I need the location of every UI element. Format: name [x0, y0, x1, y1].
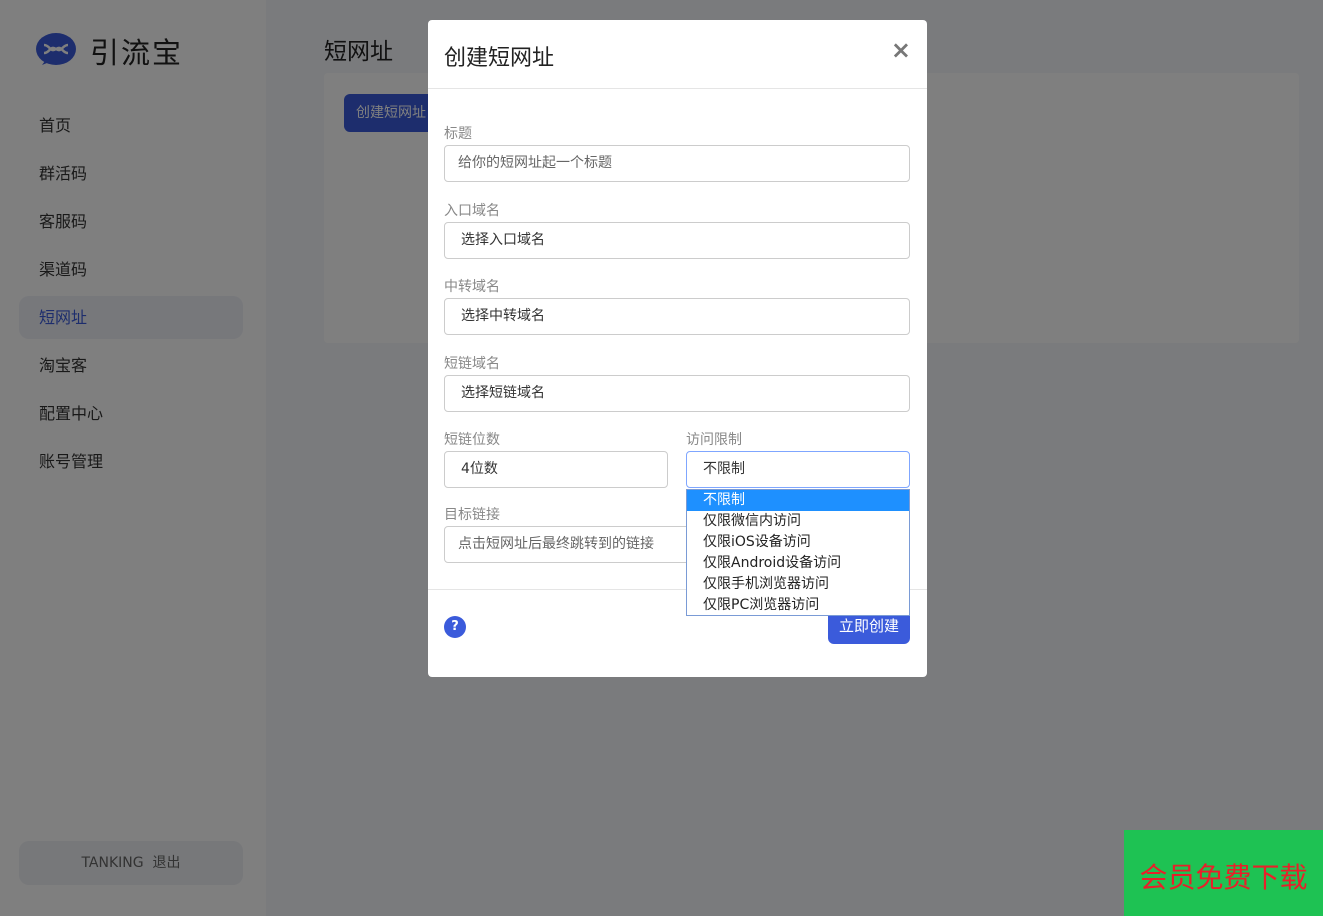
create-short-url-modal: 创建短网址 × 标题 给你的短网址起一个标题 入口域名 选择入口域名 中转域名 …	[428, 20, 927, 677]
dropdown-option[interactable]: 仅限PC浏览器访问	[687, 595, 909, 616]
dropdown-option[interactable]: 仅限iOS设备访问	[687, 532, 909, 553]
dropdown-option[interactable]: 仅限Android设备访问	[687, 553, 909, 574]
modal-header: 创建短网址 ×	[428, 20, 927, 89]
access-limit-label: 访问限制	[686, 432, 742, 448]
dropdown-option[interactable]: 仅限手机浏览器访问	[687, 574, 909, 595]
relay-domain-label: 中转域名	[444, 279, 500, 295]
close-icon[interactable]: ×	[891, 36, 911, 64]
short-domain-label: 短链域名	[444, 356, 500, 372]
entry-domain-label: 入口域名	[444, 203, 500, 219]
dropdown-option[interactable]: 仅限微信内访问	[687, 511, 909, 532]
relay-domain-select[interactable]: 选择中转域名	[444, 298, 910, 335]
access-limit-select[interactable]: 不限制	[686, 451, 910, 488]
short-length-label: 短链位数	[444, 432, 500, 448]
entry-domain-select[interactable]: 选择入口域名	[444, 222, 910, 259]
access-limit-dropdown: 不限制 仅限微信内访问 仅限iOS设备访问 仅限Android设备访问 仅限手机…	[686, 489, 910, 616]
target-url-label: 目标链接	[444, 507, 500, 523]
promo-badge[interactable]: 会员免费下载	[1124, 830, 1323, 916]
title-input[interactable]: 给你的短网址起一个标题	[444, 145, 910, 182]
modal-title: 创建短网址	[444, 46, 555, 71]
title-label: 标题	[444, 126, 472, 142]
short-domain-select[interactable]: 选择短链域名	[444, 375, 910, 412]
help-icon[interactable]: ?	[444, 616, 466, 638]
dropdown-option[interactable]: 不限制	[687, 490, 909, 511]
short-length-select[interactable]: 4位数	[444, 451, 668, 488]
